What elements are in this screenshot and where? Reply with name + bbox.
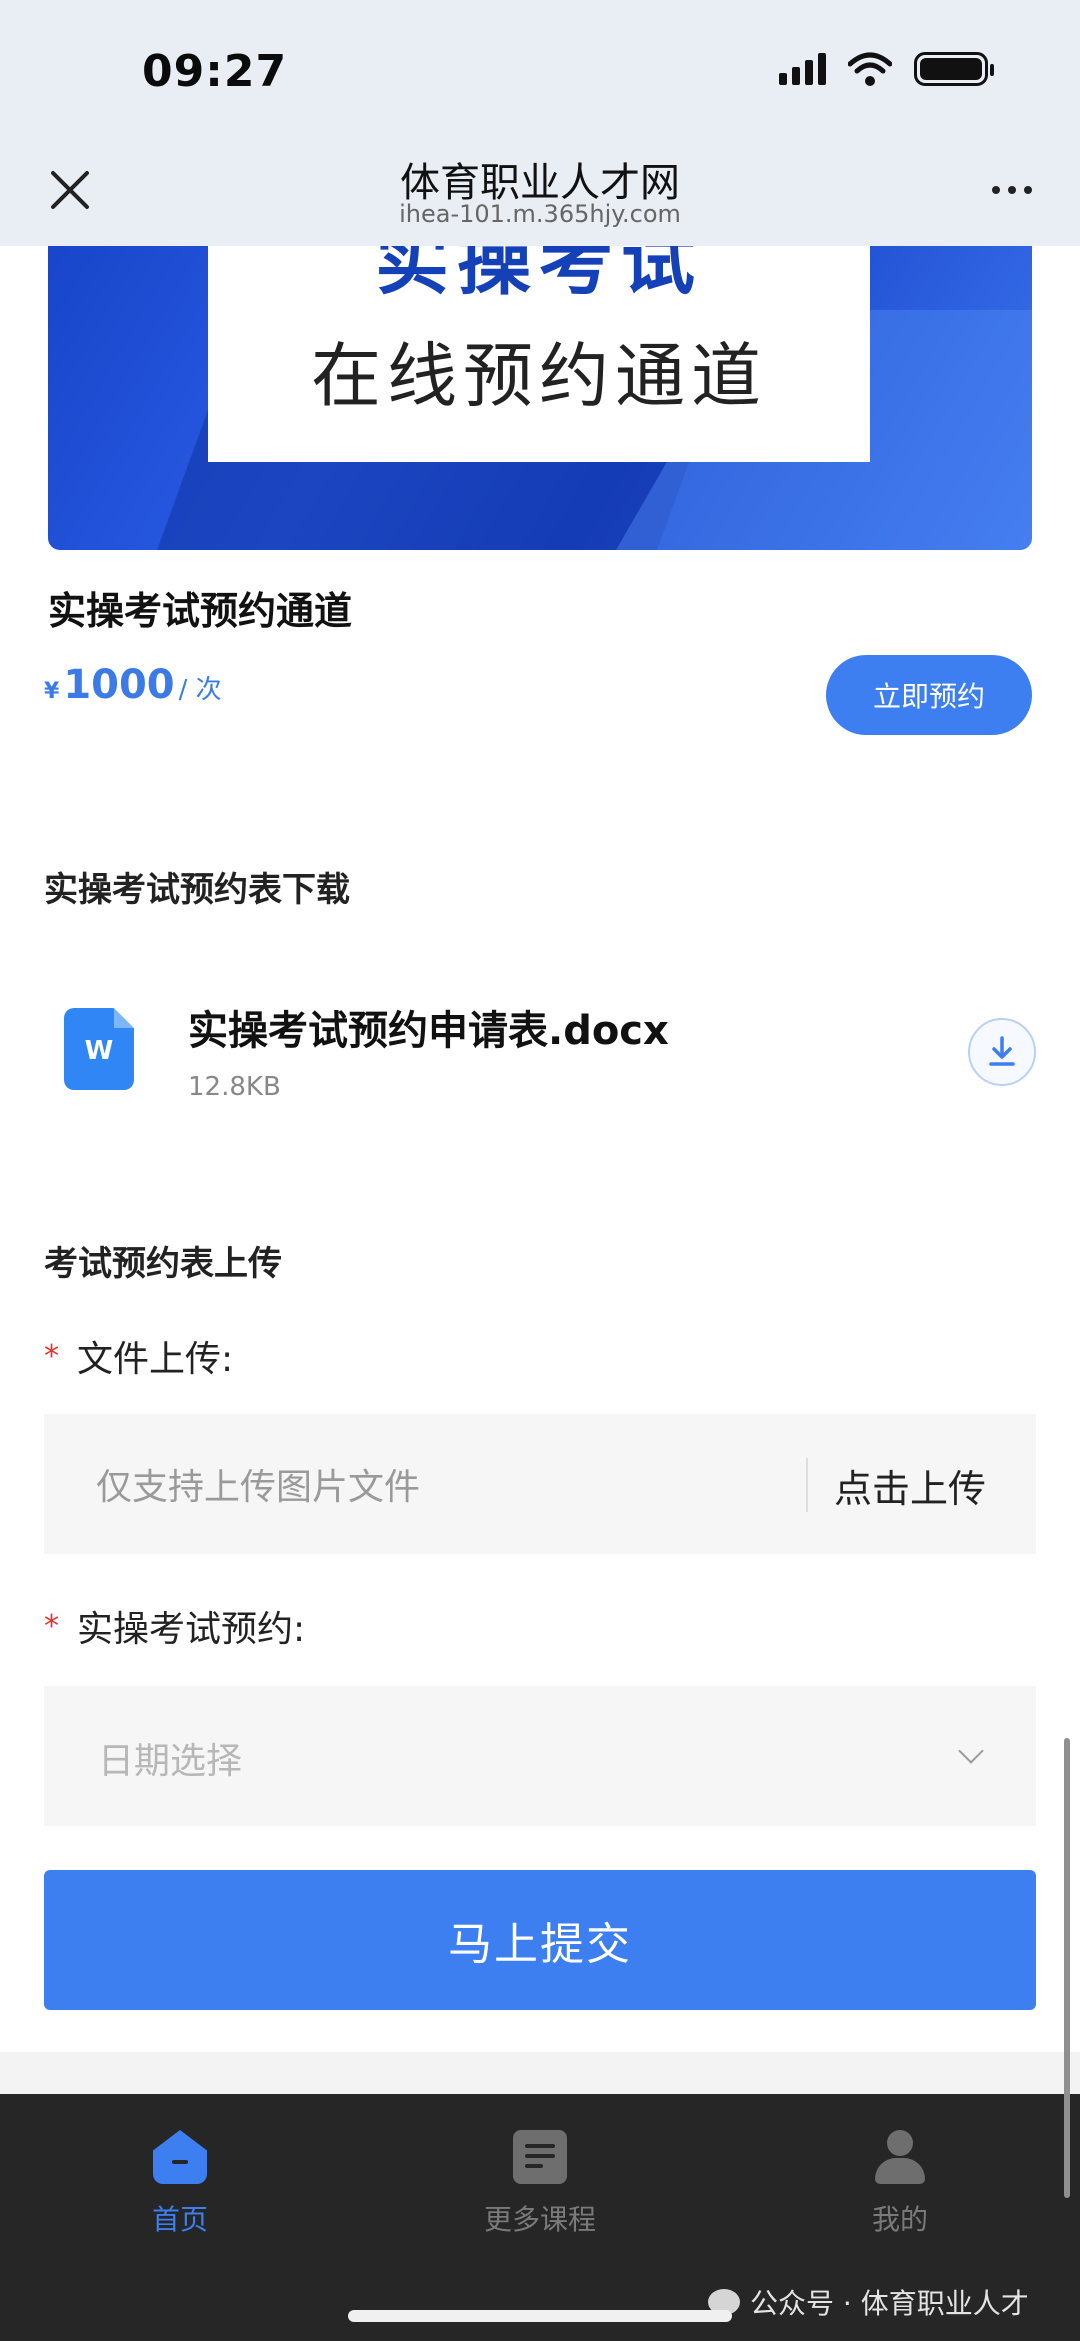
- tab-home-label: 首页: [151, 2203, 208, 2236]
- price-value: 1000: [63, 662, 175, 708]
- file-upload-placeholder: 仅支持上传图片文件: [96, 1467, 421, 1508]
- download-section-title: 实操考试预约表下载: [44, 870, 350, 910]
- banner-image: 实操考试 在线预约通道: [48, 230, 1032, 550]
- status-icons: [779, 52, 994, 86]
- tab-more-courses[interactable]: 更多课程: [440, 2130, 640, 2238]
- banner-card: 实操考试 在线预约通道: [208, 230, 870, 462]
- price-currency: ¥: [44, 679, 60, 704]
- price-unit: / 次: [178, 675, 222, 705]
- divider: [806, 1458, 808, 1512]
- submit-button[interactable]: 马上提交: [44, 1870, 1036, 2010]
- file-upload-label: * 文件上传:: [44, 1338, 234, 1381]
- home-indicator[interactable]: [348, 2310, 732, 2322]
- file-upload-field[interactable]: 仅支持上传图片文件 点击上传: [44, 1414, 1036, 1554]
- user-icon: [873, 2130, 927, 2184]
- product-price: ¥ 1000 / 次: [44, 662, 222, 708]
- status-time: 09:27: [142, 46, 288, 97]
- page-url: ihea-101.m.365hjy.com: [399, 200, 681, 228]
- banner-sub-text: 在线预约通道: [311, 335, 767, 417]
- tab-home[interactable]: 首页: [80, 2130, 280, 2238]
- date-select[interactable]: 日期选择: [44, 1686, 1036, 1826]
- exam-date-label: * 实操考试预约:: [44, 1608, 306, 1651]
- battery-icon: [914, 52, 994, 86]
- required-mark: *: [44, 1608, 59, 1644]
- tab-more-courses-label: 更多课程: [483, 2203, 596, 2236]
- word-document-icon: W: [64, 1008, 134, 1090]
- tab-mine[interactable]: 我的: [800, 2130, 1000, 2238]
- download-icon: [989, 1036, 1015, 1066]
- top-bar: 09:27 体育职业人才网 ihea-101.m.365hjy.com: [0, 0, 1080, 246]
- file-size: 12.8KB: [188, 1072, 281, 1102]
- scrollbar[interactable]: [1064, 1738, 1070, 2198]
- upload-button[interactable]: 点击上传: [834, 1458, 986, 1513]
- cellular-signal-icon: [779, 53, 826, 85]
- download-button[interactable]: [968, 1018, 1036, 1086]
- file-name[interactable]: 实操考试预约申请表.docx: [188, 998, 669, 1056]
- book-now-button[interactable]: 立即预约: [826, 655, 1032, 735]
- watermark-text: 公众号 · 体育职业人才: [750, 2287, 1029, 2320]
- product-title: 实操考试预约通道: [48, 589, 353, 633]
- required-mark: *: [44, 1338, 59, 1374]
- tab-mine-label: 我的: [871, 2203, 928, 2236]
- date-select-placeholder: 日期选择: [98, 1741, 243, 1782]
- divider: [0, 2052, 1080, 2094]
- book-icon: [513, 2130, 567, 2184]
- wifi-icon: [848, 52, 892, 86]
- home-icon: [153, 2130, 207, 2184]
- chevron-down-icon: [958, 1738, 984, 1764]
- watermark: 公众号 · 体育职业人才: [708, 2282, 1029, 2322]
- upload-section-title: 考试预约表上传: [44, 1244, 282, 1284]
- more-options-icon[interactable]: [992, 186, 1032, 194]
